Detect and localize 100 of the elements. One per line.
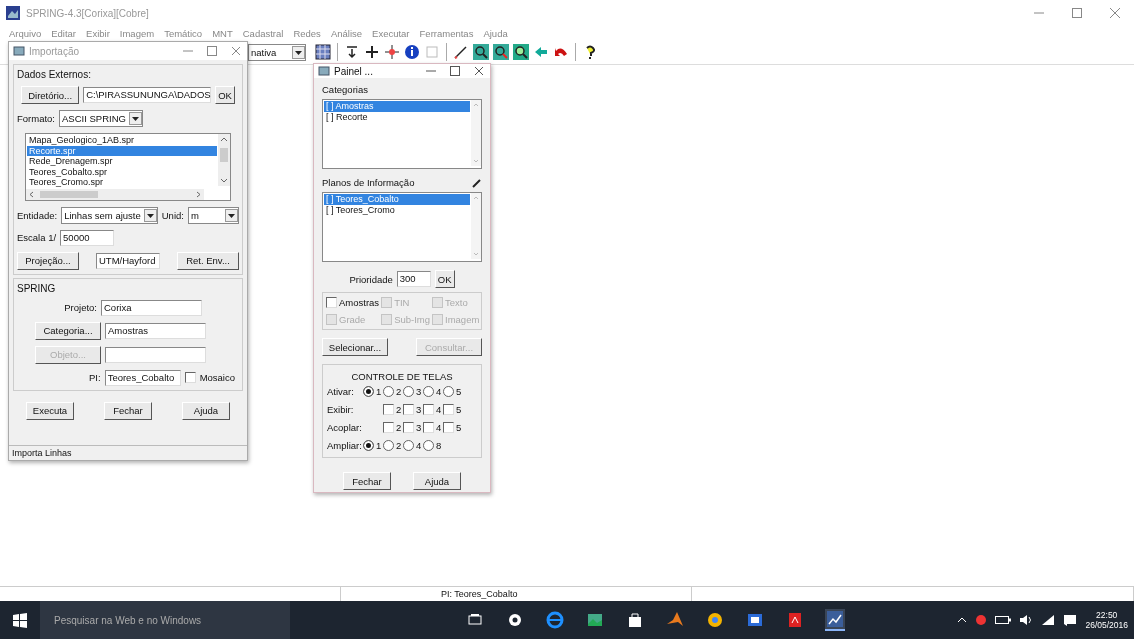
- checkbox[interactable]: [403, 404, 414, 415]
- menu-item[interactable]: MNT: [207, 27, 238, 39]
- radio-button[interactable]: [363, 440, 374, 451]
- checkbox[interactable]: [423, 404, 434, 415]
- menu-item[interactable]: Ajuda: [478, 27, 513, 39]
- checkbox[interactable]: [443, 422, 454, 433]
- list-item[interactable]: Teores_Cromo.spr: [27, 177, 217, 188]
- menu-item[interactable]: Análise: [325, 27, 368, 39]
- checkbox[interactable]: [383, 404, 394, 415]
- pencil-icon: [472, 177, 482, 188]
- label: Ampliar:: [327, 440, 363, 451]
- project-field[interactable]: Corixa: [101, 299, 202, 316]
- scrollbar-icon: [26, 188, 204, 200]
- label: Grade: [339, 314, 366, 325]
- directory-field[interactable]: C:\PIRASSUNUNGA\DADOS: [83, 87, 212, 103]
- dropdown[interactable]: ASCII SPRING: [59, 110, 143, 127]
- chart-app-icon[interactable]: [825, 609, 845, 631]
- search-field[interactable]: Pesquisar na Web e no Windows: [40, 601, 290, 639]
- crosshair-icon[interactable]: [384, 44, 400, 60]
- checkbox[interactable]: [423, 422, 434, 433]
- envelope-button[interactable]: Ret. Env...: [177, 251, 239, 270]
- notification-icon[interactable]: [1063, 614, 1078, 626]
- label: Entidade:: [17, 209, 58, 221]
- dropdown[interactable]: nativa: [248, 43, 306, 61]
- menu-item[interactable]: Temático: [159, 27, 208, 39]
- zoom-in-icon[interactable]: [473, 44, 489, 60]
- checkbox[interactable]: [383, 422, 394, 433]
- menu-item[interactable]: Editar: [46, 27, 82, 39]
- dialog-button[interactable]: Fechar: [104, 401, 152, 420]
- projection-button[interactable]: Projeção...: [17, 251, 79, 270]
- window-title: SPRING-4.3[Corixa][Cobre]: [26, 7, 149, 19]
- pi-field[interactable]: Teores_Cobalto: [104, 369, 181, 386]
- scale-field[interactable]: 50000: [60, 229, 115, 246]
- radio-button[interactable]: [403, 440, 414, 451]
- speaker-icon[interactable]: [1019, 614, 1034, 626]
- category-button[interactable]: Categoria...: [35, 321, 101, 340]
- dialog-button[interactable]: Ajuda: [413, 472, 461, 490]
- object-field[interactable]: [105, 346, 206, 363]
- checkbox[interactable]: [443, 404, 454, 415]
- group-title: CONTROLE DE TELAS: [350, 371, 454, 382]
- network-icon[interactable]: [1041, 614, 1056, 626]
- list-item[interactable]: [ ] Teores_Cromo: [324, 204, 470, 215]
- info-icon[interactable]: [404, 44, 420, 60]
- tray-app-icon[interactable]: [975, 614, 988, 626]
- radio-button[interactable]: [423, 386, 434, 397]
- arrow-down-icon[interactable]: [344, 44, 360, 60]
- radio-button[interactable]: [443, 386, 454, 397]
- menu-item[interactable]: Cadastral: [237, 27, 289, 39]
- menu-item[interactable]: Executar: [367, 27, 415, 39]
- select-button[interactable]: Selecionar...: [322, 338, 388, 356]
- menu-item[interactable]: Imagem: [114, 27, 160, 39]
- maximize-icon[interactable]: [448, 64, 462, 78]
- list-item[interactable]: Teores_Cobalto.spr: [27, 166, 217, 177]
- radio-button[interactable]: [363, 386, 374, 397]
- list-item[interactable]: [ ] Amostras: [324, 101, 470, 112]
- label: Imagem: [445, 314, 480, 325]
- battery-icon[interactable]: [995, 615, 1012, 625]
- label: 4: [416, 440, 422, 451]
- dialog-button[interactable]: Fechar: [343, 472, 391, 490]
- list-item[interactable]: Recorte.spr: [27, 145, 217, 156]
- checkbox[interactable]: [326, 297, 337, 308]
- ok-button[interactable]: OK: [434, 270, 455, 288]
- label: 3: [416, 404, 422, 415]
- checkbox[interactable]: [403, 422, 414, 433]
- pencil-icon[interactable]: [453, 44, 469, 60]
- list-item[interactable]: Mapa_Geologico_1AB.spr: [27, 135, 217, 146]
- caret-up-icon[interactable]: [957, 615, 968, 625]
- grid-icon[interactable]: [315, 44, 331, 60]
- list-item[interactable]: [ ] Recorte: [324, 111, 470, 122]
- category-field[interactable]: Amostras: [105, 322, 206, 339]
- list-item[interactable]: [ ] Teores_Cobalto: [324, 194, 470, 205]
- priority-field[interactable]: 300: [396, 271, 431, 287]
- menu-item[interactable]: Arquivo: [4, 27, 47, 39]
- clock-date: 26/05/2016: [1085, 620, 1128, 630]
- radio-button[interactable]: [383, 440, 394, 451]
- zoom-out-icon[interactable]: [493, 44, 509, 60]
- ok-button[interactable]: OK: [215, 86, 235, 104]
- radio-button[interactable]: [403, 386, 414, 397]
- plus-icon[interactable]: [364, 44, 380, 60]
- projection-field[interactable]: UTM/Hayford: [96, 252, 160, 269]
- clock[interactable]: 22:50 26/05/2016: [1085, 610, 1128, 630]
- dialog-button[interactable]: Ajuda: [182, 401, 230, 420]
- label: 1: [376, 440, 382, 451]
- close-icon[interactable]: [229, 44, 243, 58]
- directory-button[interactable]: Diretório...: [21, 86, 80, 104]
- checkbox[interactable]: [184, 372, 196, 383]
- dropdown[interactable]: m: [187, 206, 239, 224]
- zoom-area-icon[interactable]: [513, 44, 529, 60]
- menu-item[interactable]: Ferramentas: [414, 27, 479, 39]
- close-icon[interactable]: [472, 64, 486, 78]
- menu-item[interactable]: Exibir: [81, 27, 115, 39]
- windows-start-icon[interactable]: [12, 612, 28, 628]
- radio-button[interactable]: [383, 386, 394, 397]
- dialog-button[interactable]: Executa: [26, 401, 74, 420]
- menu-item[interactable]: Redes: [288, 27, 326, 39]
- label: Formato:: [17, 113, 55, 124]
- radio-button[interactable]: [423, 440, 434, 451]
- maximize-icon[interactable]: [205, 44, 219, 58]
- dropdown[interactable]: Linhas sem ajuste: [61, 206, 158, 224]
- list-item[interactable]: Rede_Drenagem.spr: [27, 156, 217, 167]
